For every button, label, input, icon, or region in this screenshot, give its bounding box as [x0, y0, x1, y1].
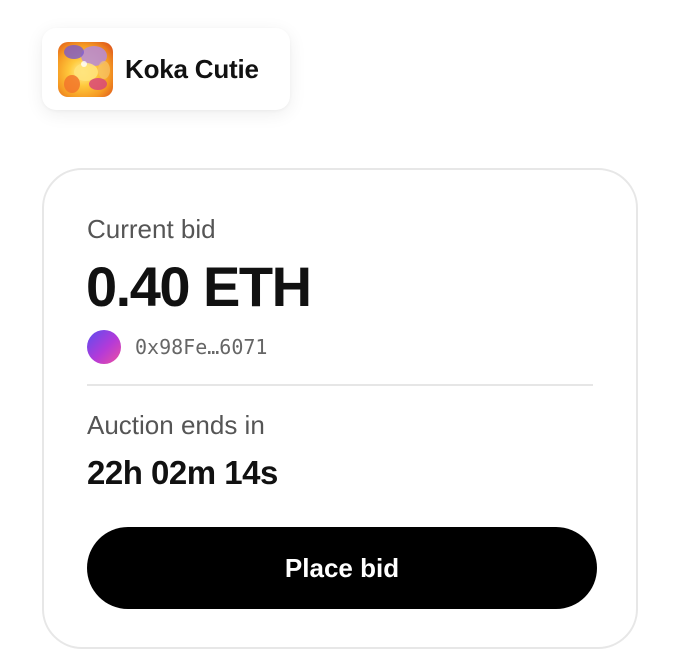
- nft-artwork-thumbnail-icon: [58, 41, 113, 97]
- bid-card: Current bid 0.40 ETH 0x98Fe…6071 Auction…: [42, 168, 638, 649]
- avatar: [87, 330, 121, 364]
- place-bid-button[interactable]: Place bid: [87, 527, 597, 609]
- auction-page: Koka Cutie Current bid 0.40 ETH 0x98Fe…6…: [0, 0, 680, 654]
- collection-chip[interactable]: Koka Cutie: [42, 28, 290, 110]
- collection-name: Koka Cutie: [125, 53, 259, 84]
- bidder-address[interactable]: 0x98Fe…6071: [135, 335, 267, 359]
- current-bid-amount: 0.40 ETH: [86, 255, 312, 318]
- current-bid-label: Current bid: [87, 214, 216, 244]
- divider: [87, 384, 593, 386]
- auction-ends-label: Auction ends in: [87, 410, 265, 440]
- auction-countdown: 22h 02m 14s: [87, 454, 278, 491]
- bidder-info[interactable]: 0x98Fe…6071: [87, 330, 267, 364]
